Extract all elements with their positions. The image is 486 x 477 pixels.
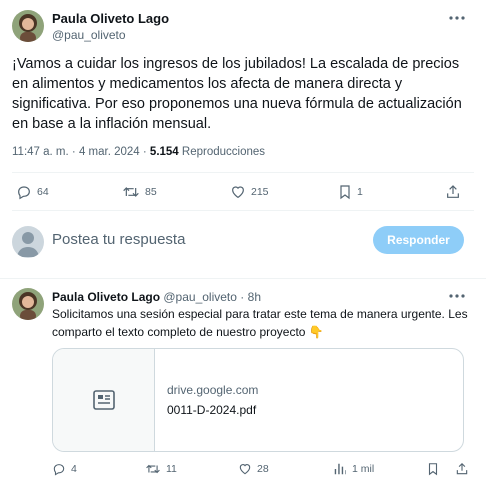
reply-count: 64 (37, 186, 49, 198)
reply-input[interactable]: Postea tu respuesta (52, 231, 352, 248)
avatar-photo (12, 288, 44, 320)
bookmark-icon (340, 185, 350, 200)
card-title: 0011-D-2024.pdf (167, 403, 257, 417)
divider (0, 278, 486, 279)
card-domain: drive.google.com (167, 383, 259, 397)
bookmark-button[interactable]: 1 (338, 184, 363, 200)
reply-submit-button[interactable]: Responder (373, 226, 464, 254)
author-avatar[interactable] (12, 10, 44, 42)
tweet-meta: 11:47 a. m. · 4 mar. 2024 · 5.154 Reprod… (12, 146, 265, 158)
reply-retweet-button[interactable]: 11 (145, 462, 177, 476)
meta-separator: · (240, 290, 245, 304)
tweet-date[interactable]: 4 mar. 2024 (79, 146, 140, 158)
author-handle[interactable]: @pau_oliveto (52, 28, 126, 42)
heart-icon (239, 464, 251, 475)
reply-author-avatar[interactable] (12, 288, 44, 320)
divider (12, 172, 474, 173)
more-dots-icon (449, 16, 465, 20)
more-dots-icon (449, 294, 465, 298)
retweet-button[interactable]: 85 (122, 184, 157, 200)
retweet-count: 85 (145, 186, 157, 198)
default-avatar-icon (17, 232, 39, 257)
reply-retweet-count: 11 (166, 463, 177, 475)
link-card[interactable]: drive.google.com 0011-D-2024.pdf (52, 348, 464, 452)
reply-views-button[interactable]: 1 mil (333, 462, 374, 476)
tweet-time[interactable]: 11:47 a. m. (12, 146, 69, 158)
share-button[interactable] (445, 184, 461, 200)
more-options-button[interactable] (447, 11, 467, 25)
reply-icon (53, 464, 65, 476)
reply-author-handle[interactable]: @pau_oliveto (163, 290, 237, 304)
avatar-photo (12, 10, 44, 42)
reply-reply-count: 4 (71, 463, 77, 475)
document-icon (92, 390, 115, 410)
bookmark-count: 1 (357, 186, 363, 198)
reply-header: Paula Oliveto Lago @pau_oliveto · 8h (52, 290, 261, 304)
card-body: drive.google.com 0011-D-2024.pdf (155, 349, 463, 451)
analytics-icon (334, 463, 346, 475)
reply-like-button[interactable]: 28 (238, 462, 269, 476)
reply-text: Solicitamos una sesión especial para tra… (52, 307, 468, 339)
retweet-icon (123, 187, 139, 197)
views-label: Reproducciones (181, 146, 266, 158)
reply-bookmark-button[interactable] (427, 462, 439, 476)
reply-reply-button[interactable]: 4 (52, 462, 77, 476)
card-thumbnail (53, 349, 155, 451)
reply-views-count: 1 mil (352, 463, 375, 475)
divider (12, 210, 474, 211)
reply-share-button[interactable] (455, 462, 469, 476)
author-name[interactable]: Paula Oliveto Lago (52, 11, 169, 26)
heart-icon (232, 186, 244, 199)
share-icon (447, 185, 459, 198)
retweet-icon (146, 464, 160, 474)
like-button[interactable]: 215 (230, 184, 269, 200)
reply-icon (18, 186, 30, 200)
reply-time[interactable]: 8h (248, 290, 261, 304)
reply-like-count: 28 (257, 463, 269, 475)
meta-separator: · (71, 146, 76, 158)
bookmark-icon (428, 463, 438, 476)
meta-separator: · (142, 146, 147, 158)
tweet-text: ¡Vamos a cuidar los ingresos de los jubi… (12, 56, 462, 132)
reply-author-name[interactable]: Paula Oliveto Lago (52, 290, 160, 304)
like-count: 215 (251, 186, 269, 198)
share-icon (456, 462, 468, 475)
reply-more-options-button[interactable] (447, 289, 467, 303)
reply-button[interactable]: 64 (16, 184, 49, 200)
user-avatar[interactable] (12, 226, 44, 258)
views-count: 5.154 (149, 146, 179, 158)
